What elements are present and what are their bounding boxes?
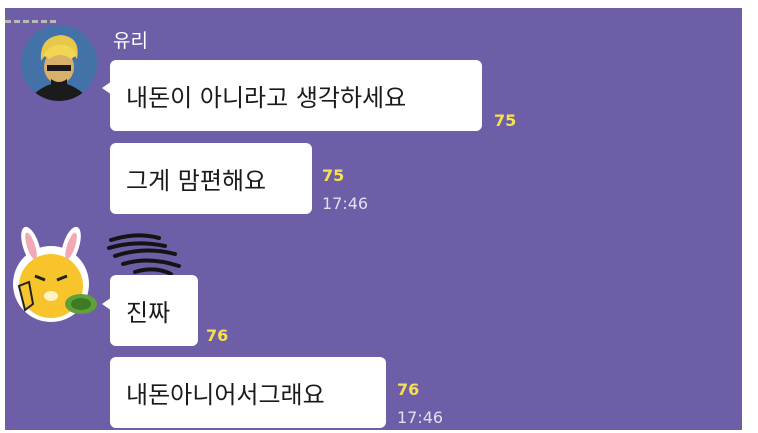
message-bubble[interactable]: 내돈이 아니라고 생각하세요 [110,60,482,131]
person-avatar-icon [21,25,97,101]
unread-count: 76 [206,326,229,345]
message-bubble[interactable]: 그게 맘편해요 [110,143,312,214]
timestamp: 17:46 [397,408,444,427]
redacted-name-scribble [107,233,181,276]
message-text: 내돈아니어서그래요 [126,381,325,409]
message-text: 그게 맘편해요 [126,167,267,195]
chat-window: 유리 내돈이 아니라고 생각하세요 75 그게 맘편해요 75 17:46 진짜… [5,8,742,430]
top-strip [5,8,90,23]
unread-count: 75 [494,111,517,130]
message-bubble[interactable]: 진짜 [110,275,198,346]
message-text: 내돈이 아니라고 생각하세요 [126,84,407,112]
avatar-rabbit[interactable] [9,226,99,326]
timestamp: 17:46 [322,194,369,213]
message-bubble[interactable]: 내돈아니어서그래요 [110,357,386,428]
avatar-yuri[interactable] [21,25,97,101]
sender-name: 유리 [113,30,148,52]
unread-count: 75 [322,166,345,185]
rabbit-character-icon [13,226,97,322]
unread-count: 76 [397,380,420,399]
message-text: 진짜 [126,299,171,327]
